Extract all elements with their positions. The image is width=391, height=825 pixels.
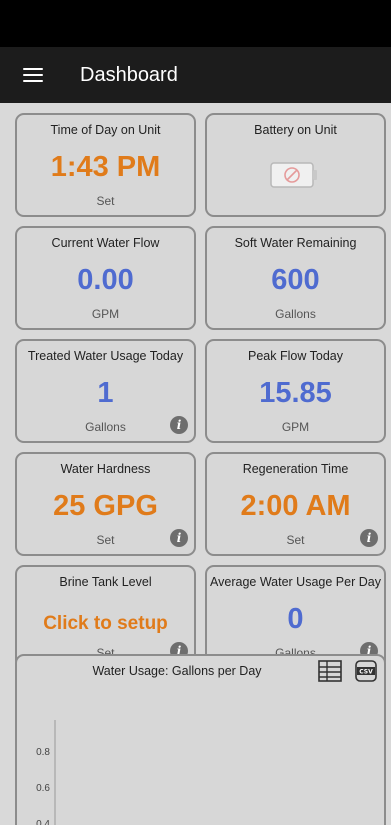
- y-ticks: 0.8 0.6 0.4: [36, 747, 50, 825]
- card-water-hardness[interactable]: Water Hardness 25 GPG Set i: [15, 452, 196, 556]
- card-battery[interactable]: Battery on Unit: [205, 113, 386, 217]
- card-time-of-day[interactable]: Time of Day on Unit 1:43 PM Set: [15, 113, 196, 217]
- card-soft-water-remaining[interactable]: Soft Water Remaining 600 Gallons: [205, 226, 386, 330]
- y-tick-label: 0.8: [36, 747, 50, 758]
- time-set-link[interactable]: Set: [17, 194, 194, 208]
- info-icon[interactable]: i: [170, 529, 188, 547]
- y-tick-label: 0.4: [36, 819, 50, 825]
- treated-usage-unit: Gallons: [85, 420, 126, 434]
- water-usage-chart-card: Water Usage: Gallons per Day CSV 0.8 0.6 0…: [15, 654, 386, 825]
- card-title: Soft Water Remaining: [234, 236, 357, 250]
- chart-plot: 0.8 0.6 0.4: [36, 720, 56, 825]
- card-title: Battery on Unit: [254, 123, 337, 137]
- info-icon[interactable]: i: [170, 416, 188, 434]
- soft-remaining-unit: Gallons: [275, 307, 316, 321]
- card-treated-usage[interactable]: Treated Water Usage Today 1 Gallons i: [15, 339, 196, 443]
- card-title: Time of Day on Unit: [50, 123, 161, 137]
- regen-time-value: 2:00 AM: [240, 490, 351, 522]
- soft-remaining-value: 600: [271, 264, 320, 296]
- card-title: Regeneration Time: [242, 462, 349, 476]
- card-title: Peak Flow Today: [248, 349, 343, 363]
- app-bar: Dashboard: [0, 47, 391, 103]
- status-bar: [0, 0, 391, 47]
- card-title: Average Water Usage Per Day: [210, 575, 381, 589]
- card-peak-flow[interactable]: Peak Flow Today 15.85 GPM: [205, 339, 386, 443]
- current-flow-value: 0.00: [77, 264, 134, 296]
- menu-icon[interactable]: [23, 68, 43, 82]
- peak-flow-value: 15.85: [259, 377, 332, 409]
- card-current-flow[interactable]: Current Water Flow 0.00 GPM: [15, 226, 196, 330]
- hardness-set-link[interactable]: Set: [17, 533, 194, 547]
- peak-flow-unit: GPM: [281, 420, 310, 434]
- card-title: Treated Water Usage Today: [27, 349, 184, 363]
- card-title: Brine Tank Level: [59, 575, 152, 589]
- avg-usage-value: 0: [287, 603, 304, 635]
- battery-icon: [270, 162, 317, 188]
- y-tick-label: 0.6: [36, 783, 50, 794]
- current-flow-unit: GPM: [91, 307, 120, 321]
- card-title: Current Water Flow: [51, 236, 160, 250]
- card-regeneration-time[interactable]: Regeneration Time 2:00 AM Set i: [205, 452, 386, 556]
- hardness-value: 25 GPG: [53, 490, 158, 522]
- time-of-day-value: 1:43 PM: [50, 151, 161, 183]
- regen-set-link[interactable]: Set: [207, 533, 384, 547]
- page-title: Dashboard: [80, 63, 178, 86]
- card-title: Water Hardness: [60, 462, 151, 476]
- brine-setup-link[interactable]: Click to setup: [17, 606, 194, 642]
- info-icon[interactable]: i: [360, 529, 378, 547]
- treated-usage-value: 1: [97, 377, 114, 409]
